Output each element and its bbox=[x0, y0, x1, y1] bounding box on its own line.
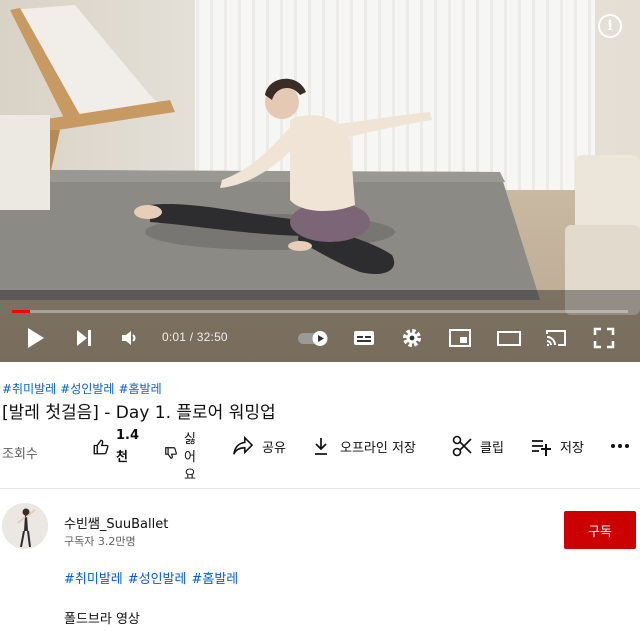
cast-icon[interactable] bbox=[544, 326, 568, 350]
subscribe-button[interactable]: 구독 bbox=[564, 511, 636, 549]
description-hashtag-link[interactable]: #홈발레 bbox=[191, 572, 238, 587]
description-text: 폴드브라 영상 bbox=[64, 612, 140, 627]
video-title: [발레 첫걸음] - Day 1. 플로어 워밍업 bbox=[2, 403, 276, 423]
clip-button[interactable]: 클립 bbox=[452, 434, 512, 458]
view-count: 조회수 bbox=[2, 447, 38, 462]
settings-gear-icon[interactable] bbox=[400, 326, 424, 350]
subtitles-icon[interactable] bbox=[352, 326, 376, 350]
info-icon[interactable]: i bbox=[598, 14, 622, 38]
share-button[interactable]: 공유 bbox=[232, 434, 292, 458]
progress-bar[interactable] bbox=[12, 310, 628, 313]
share-label: 공유 bbox=[262, 441, 286, 456]
dislike-label-char: 싫 bbox=[184, 432, 196, 447]
subscriber-count: 구독자 3.2만명 bbox=[64, 535, 136, 548]
channel-name[interactable]: 수빈쌤_SuuBallet bbox=[64, 513, 168, 532]
video-hashtags: #취미발레 #성인발레 #홈발레 bbox=[2, 380, 166, 397]
hashtag-link[interactable]: #성인발레 bbox=[60, 382, 114, 396]
clip-label: 클립 bbox=[480, 441, 504, 456]
volume-icon[interactable] bbox=[120, 326, 140, 350]
offline-save-button[interactable]: 오프라인 저장 bbox=[312, 434, 437, 458]
channel-avatar[interactable] bbox=[2, 503, 48, 549]
thumbs-down-icon bbox=[165, 447, 177, 459]
download-icon bbox=[315, 438, 327, 455]
hashtag-link[interactable]: #홈발레 bbox=[118, 382, 161, 396]
offline-save-label: 오프라인 저장 bbox=[340, 441, 416, 456]
save-to-playlist-button[interactable]: 저장 bbox=[530, 434, 592, 458]
progress-fill bbox=[12, 310, 31, 313]
autoplay-toggle-icon[interactable] bbox=[296, 326, 332, 350]
next-icon[interactable] bbox=[74, 326, 94, 350]
thumbs-up-icon bbox=[93, 439, 109, 455]
like-count-line2: 천 bbox=[116, 450, 128, 465]
avatar-image bbox=[2, 503, 48, 549]
time-separator: / bbox=[189, 330, 197, 344]
like-button[interactable]: 1.4 천 bbox=[92, 426, 142, 466]
current-time: 0:01 bbox=[162, 330, 187, 344]
hashtag-link[interactable]: #취미발레 bbox=[2, 382, 56, 396]
dislike-button[interactable]: 싫 어 요 bbox=[164, 426, 204, 484]
save-label: 저장 bbox=[560, 441, 584, 456]
scissors-icon bbox=[452, 435, 472, 457]
playlist-add-icon bbox=[532, 440, 551, 456]
time-display: 0:01 / 32:50 bbox=[162, 330, 228, 344]
like-count-line1: 1.4 bbox=[116, 428, 140, 443]
description-hashtag-link[interactable]: #취미발레 bbox=[64, 572, 123, 587]
video-player[interactable]: i 0:01 / 32:50 bbox=[0, 0, 640, 362]
duration: 32:50 bbox=[196, 330, 228, 344]
video-frame bbox=[0, 0, 640, 362]
dislike-label-char: 요 bbox=[184, 468, 196, 483]
section-divider bbox=[0, 488, 640, 489]
description-hashtag-link[interactable]: #성인발레 bbox=[128, 572, 187, 587]
play-icon[interactable] bbox=[26, 326, 46, 350]
theater-mode-icon[interactable] bbox=[496, 326, 522, 350]
action-bar: 조회수 1.4 천 싫 어 요 공유 오프라인 저장 클립 저장 bbox=[0, 426, 640, 486]
player-controls: 0:01 / 32:50 bbox=[0, 318, 640, 358]
miniplayer-icon[interactable] bbox=[448, 326, 472, 350]
dislike-label-char: 어 bbox=[184, 450, 196, 465]
more-options-icon[interactable] bbox=[610, 438, 630, 454]
fullscreen-icon[interactable] bbox=[592, 326, 616, 350]
share-icon bbox=[233, 436, 254, 455]
description-hashtags: #취미발레 #성인발레 #홈발레 bbox=[64, 568, 243, 587]
